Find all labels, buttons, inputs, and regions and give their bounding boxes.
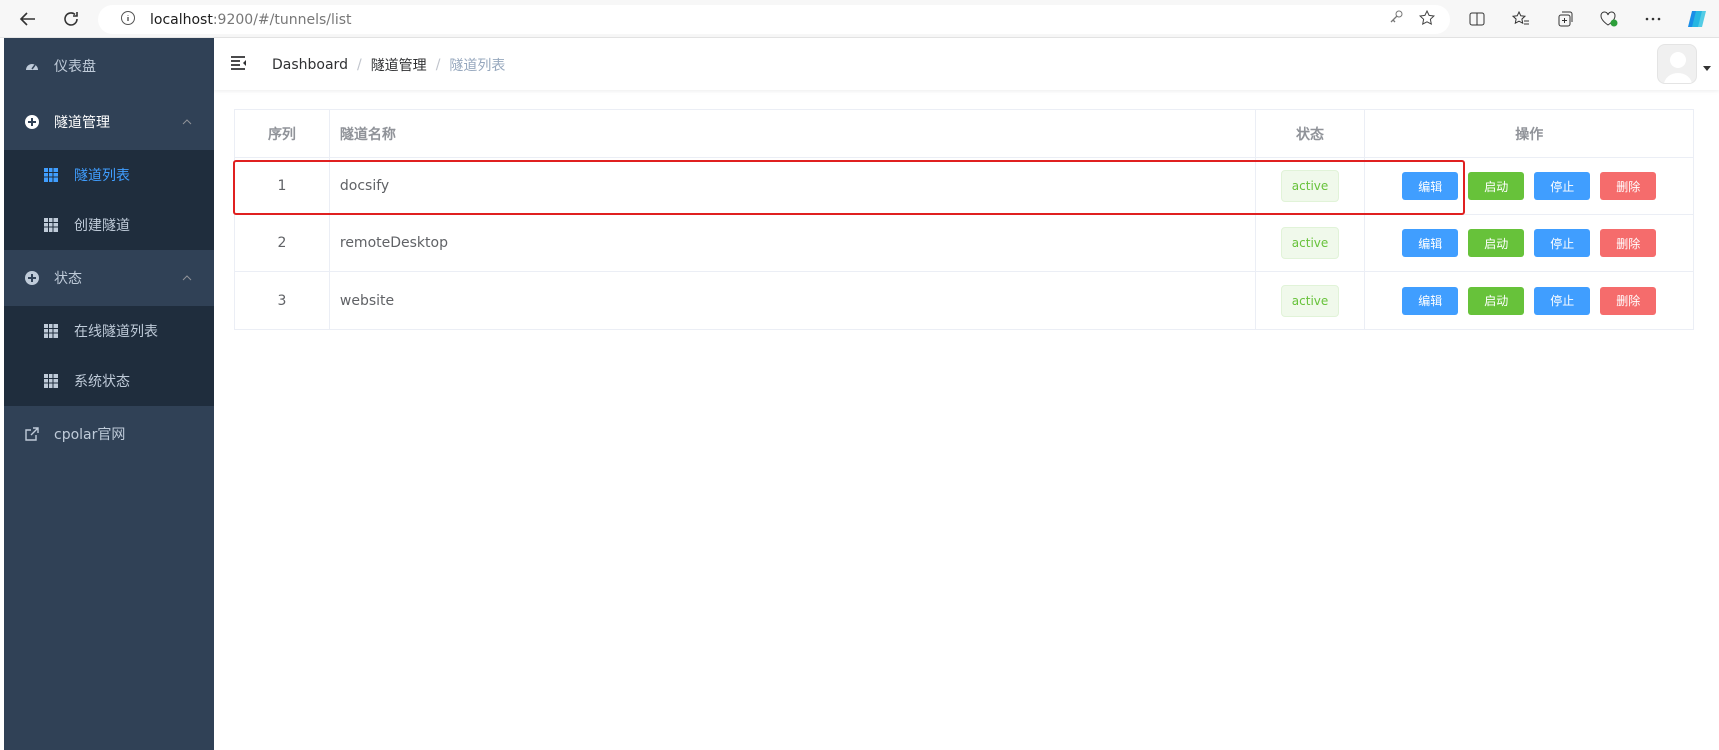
delete-button[interactable]: 删除 (1600, 229, 1657, 257)
table-icon (44, 374, 58, 388)
sidebar-item-label: 在线隧道列表 (74, 324, 158, 340)
sidebar-item-label: 仪表盘 (54, 59, 96, 75)
start-button[interactable]: 启动 (1468, 286, 1525, 315)
breadcrumb-separator: / (356, 57, 362, 73)
status-badge: active (1280, 284, 1340, 317)
breadcrumb-separator: / (435, 57, 441, 73)
plus-circle-icon (24, 114, 40, 130)
sidebar-item-label: 隧道管理 (54, 115, 110, 131)
browser-essentials-icon[interactable] (1587, 5, 1631, 33)
table-row: 1 docsify active 编辑 启动 停止 删除 (235, 158, 1693, 215)
plus-circle-icon (24, 270, 40, 286)
sidebar: 仪表盘 隧道管理 隧道列表 创建隧道 状态 在线隧道列表 系统状态 cpolar… (4, 38, 214, 750)
stop-button[interactable]: 停止 (1534, 229, 1591, 257)
submenu-tunnel-management: 隧道列表 创建隧道 (4, 150, 214, 250)
key-icon[interactable] (1388, 9, 1404, 31)
delete-button[interactable]: 删除 (1600, 172, 1657, 200)
row-index: 2 (235, 215, 330, 271)
external-link-icon (24, 426, 40, 442)
sidebar-item-dashboard[interactable]: 仪表盘 (4, 38, 214, 94)
sidebar-item-status[interactable]: 状态 (4, 250, 214, 306)
submenu-status: 在线隧道列表 系统状态 (4, 306, 214, 406)
back-icon[interactable] (14, 5, 42, 33)
edit-button[interactable]: 编辑 (1402, 286, 1459, 315)
column-header-name: 隧道名称 (330, 110, 1256, 157)
address-bar[interactable]: localhost:9200/#/tunnels/list (98, 5, 1450, 34)
table-row: 2 remoteDesktop active 编辑 启动 停止 删除 (235, 215, 1693, 272)
url-host: localhost (150, 11, 213, 28)
edit-button[interactable]: 编辑 (1402, 172, 1459, 200)
sidebar-item-tunnel-management[interactable]: 隧道管理 (4, 94, 214, 150)
sidebar-item-online-tunnels[interactable]: 在线隧道列表 (4, 306, 214, 356)
collections-icon[interactable] (1543, 5, 1587, 33)
breadcrumb: Dashboard / 隧道管理 / 隧道列表 (272, 55, 505, 75)
stop-button[interactable]: 停止 (1534, 286, 1591, 315)
edit-button[interactable]: 编辑 (1402, 229, 1459, 257)
breadcrumb-tunnel-list: 隧道列表 (449, 58, 506, 74)
tunnel-table: 序列 隧道名称 状态 操作 1 docsify active 编辑 启动 停止 … (234, 109, 1694, 330)
tunnel-name: remoteDesktop (330, 215, 1256, 271)
tunnel-name: website (330, 272, 1256, 329)
top-navbar: Dashboard / 隧道管理 / 隧道列表 (214, 38, 1719, 90)
sidebar-item-label: cpolar官网 (54, 427, 126, 443)
sidebar-item-create-tunnel[interactable]: 创建隧道 (4, 200, 214, 250)
hamburger-icon[interactable] (230, 55, 248, 75)
sidebar-item-tunnel-list[interactable]: 隧道列表 (4, 150, 214, 200)
start-button[interactable]: 启动 (1468, 229, 1525, 257)
column-header-index: 序列 (235, 110, 330, 157)
table-header-row: 序列 隧道名称 状态 操作 (235, 110, 1693, 158)
row-index: 3 (235, 272, 330, 329)
refresh-icon[interactable] (57, 5, 85, 33)
column-header-status: 状态 (1256, 110, 1366, 157)
stop-button[interactable]: 停止 (1534, 172, 1591, 200)
table-icon (44, 324, 58, 338)
more-options-icon[interactable] (1631, 5, 1675, 33)
url-path: :9200/#/tunnels/list (212, 11, 352, 28)
chevron-up-icon (182, 270, 192, 286)
table-icon (44, 168, 58, 182)
tunnel-name: docsify (330, 158, 1256, 214)
copilot-icon[interactable] (1675, 5, 1719, 33)
caret-down-icon[interactable] (1703, 66, 1711, 71)
row-index: 1 (235, 158, 330, 214)
start-button[interactable]: 启动 (1468, 172, 1525, 200)
status-badge: active (1280, 170, 1340, 202)
info-icon[interactable] (120, 10, 136, 30)
table-icon (44, 218, 58, 232)
browser-toolbar: localhost:9200/#/tunnels/list (0, 0, 1719, 38)
split-screen-icon[interactable] (1455, 5, 1499, 33)
sidebar-item-cpolar-site[interactable]: cpolar官网 (4, 406, 214, 462)
breadcrumb-tunnel-management[interactable]: 隧道管理 (371, 55, 427, 75)
column-header-actions: 操作 (1515, 126, 1544, 143)
table-row: 3 website active 编辑 启动 停止 删除 (235, 272, 1693, 329)
sidebar-item-label: 隧道列表 (74, 168, 130, 184)
favorite-star-icon[interactable] (1418, 9, 1436, 31)
sidebar-item-label: 状态 (54, 271, 82, 287)
avatar[interactable] (1657, 44, 1697, 84)
sidebar-item-system-status[interactable]: 系统状态 (4, 356, 214, 406)
delete-button[interactable]: 删除 (1600, 286, 1657, 315)
sidebar-item-label: 创建隧道 (74, 218, 130, 234)
chevron-up-icon (182, 114, 192, 130)
dashboard-icon (24, 58, 40, 74)
breadcrumb-dashboard[interactable]: Dashboard (272, 57, 348, 73)
favorites-icon[interactable] (1499, 5, 1543, 33)
sidebar-item-label: 系统状态 (74, 374, 130, 390)
status-badge: active (1280, 227, 1340, 259)
